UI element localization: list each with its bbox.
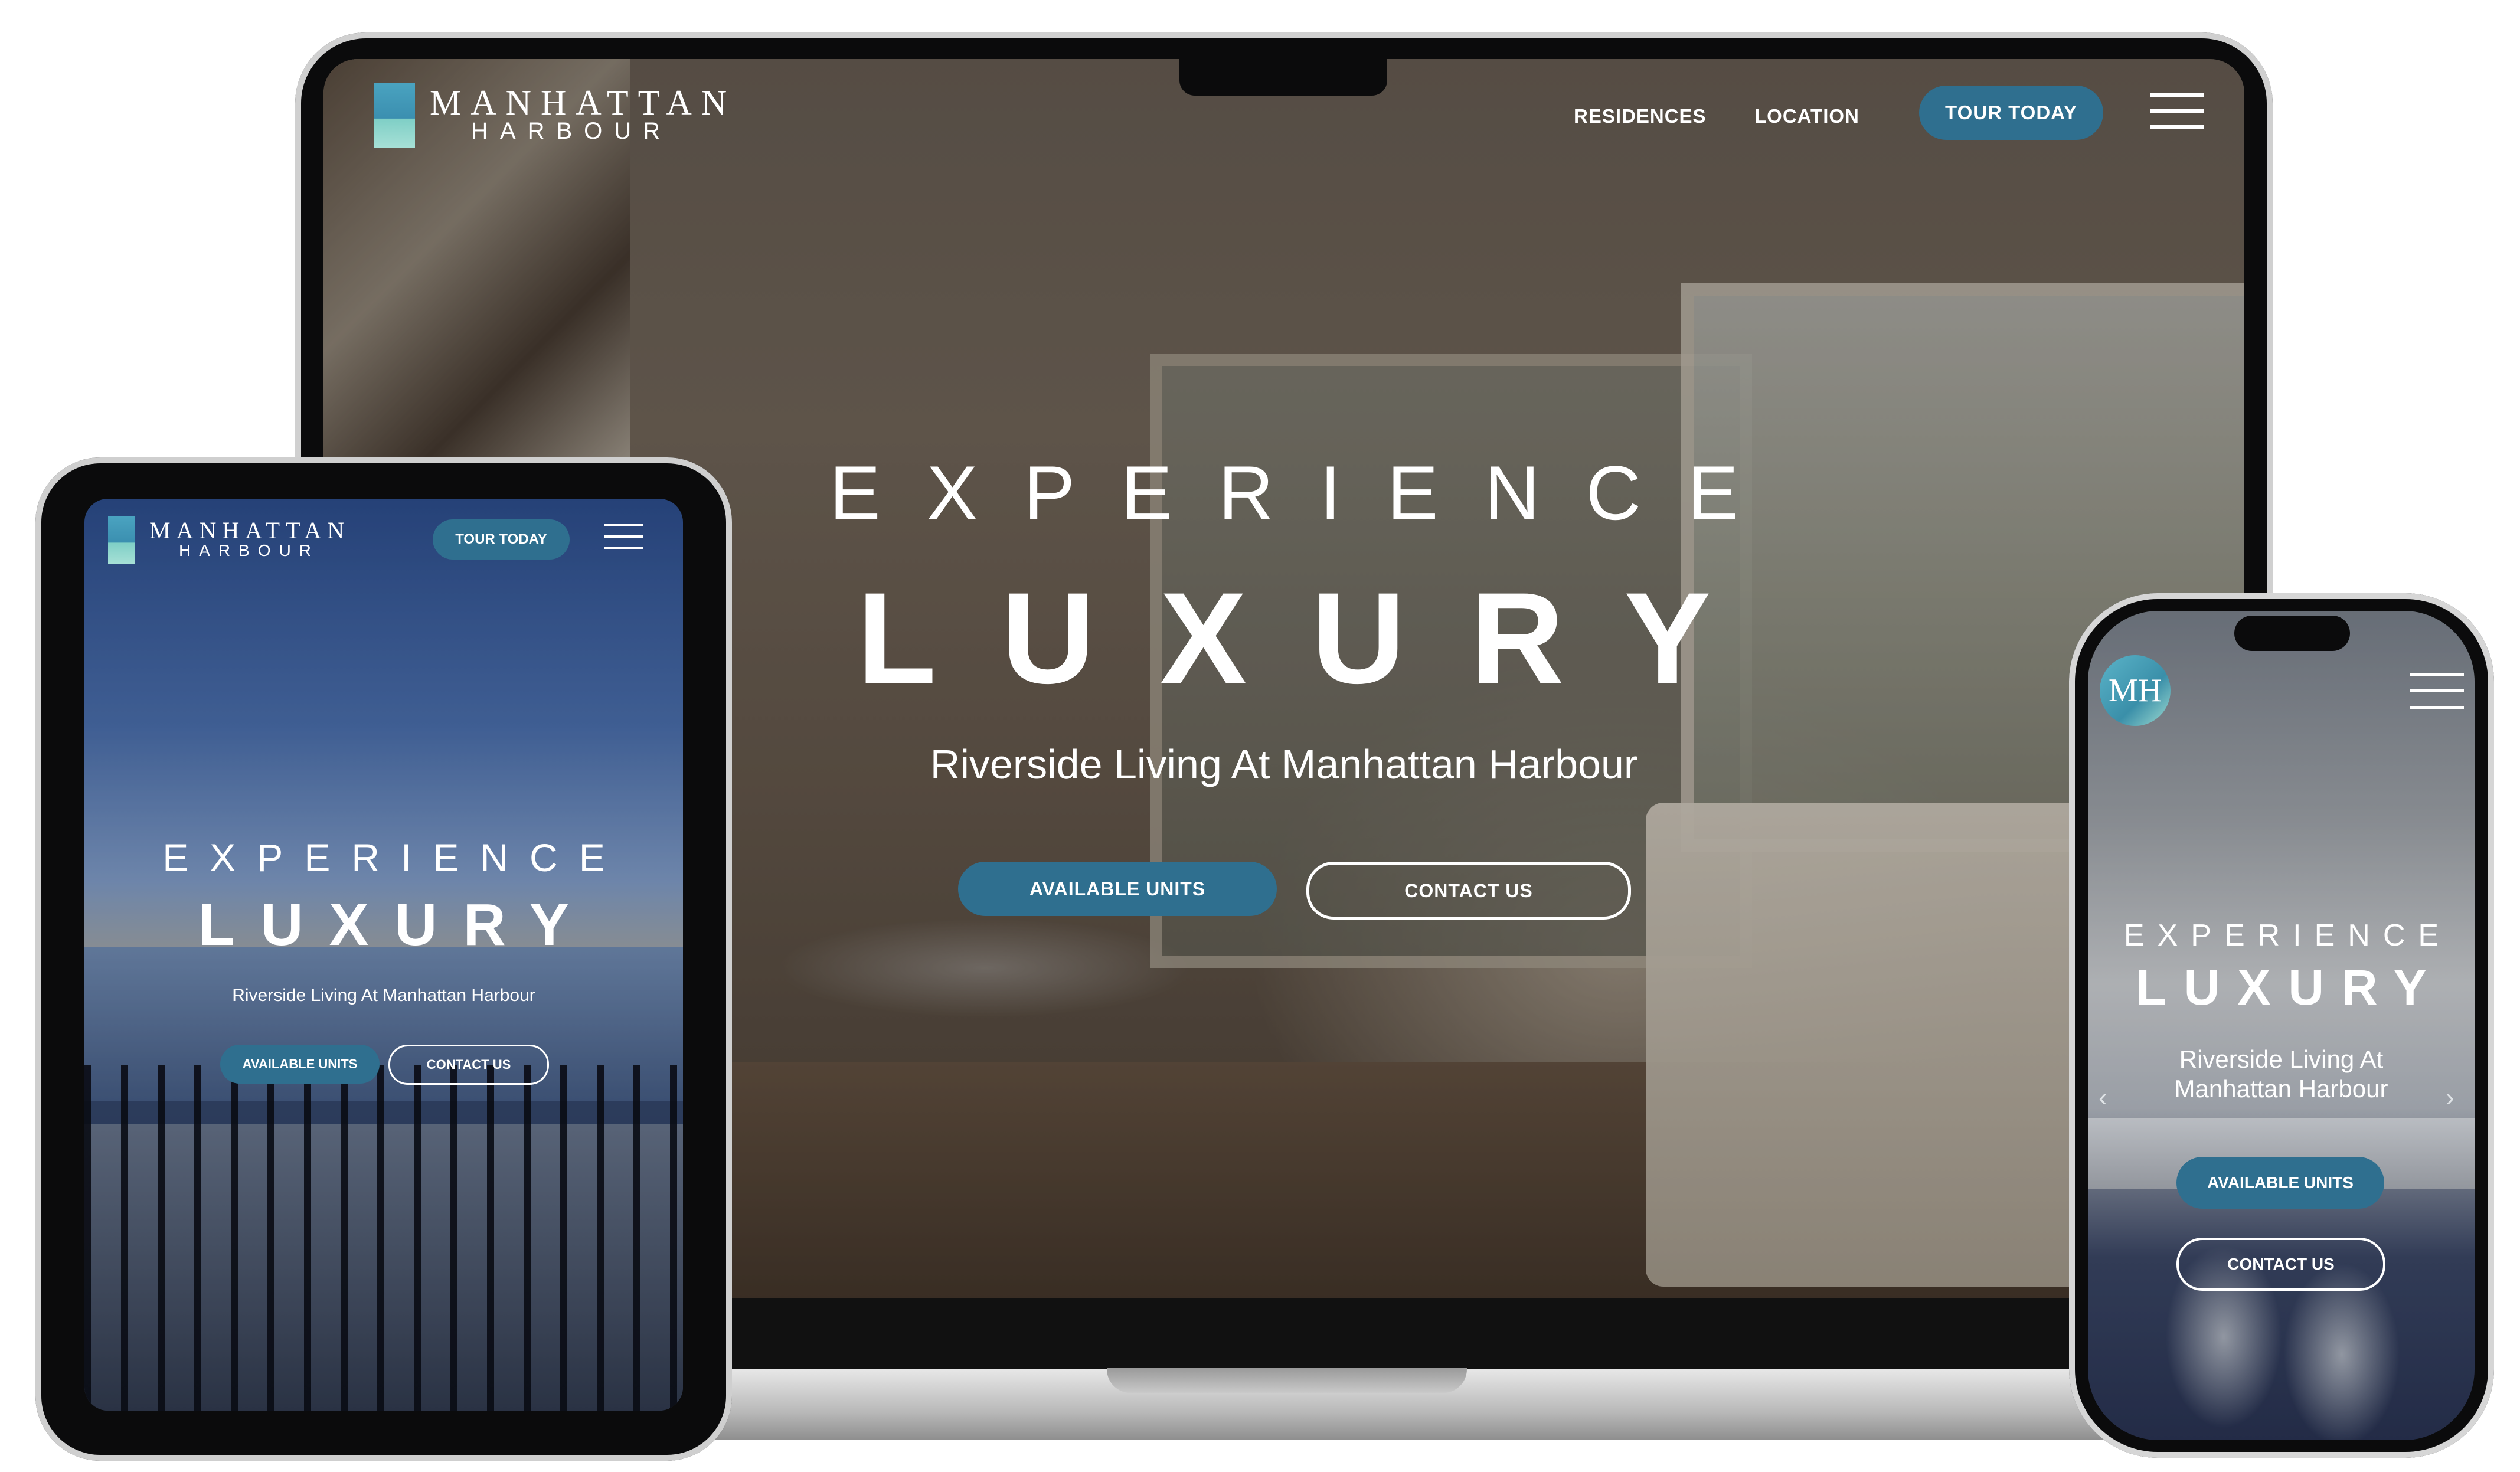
hero-subtitle: Riverside Living At Manhattan Harbour bbox=[2174, 1045, 2388, 1103]
tour-today-button[interactable]: TOUR TODAY bbox=[433, 519, 570, 560]
hero-heading-line1: EXPERIENCE bbox=[2123, 918, 2452, 953]
tablet-site-screen: MANHATTAN HARBOUR TOUR TODAY EXPERIENCE … bbox=[84, 499, 683, 1411]
hero-heading-line2: LUXURY bbox=[2136, 960, 2444, 1015]
mobile-site-screen: MH EXPERIENCE LUXURY Riverside Living At… bbox=[2088, 611, 2475, 1440]
available-units-button[interactable]: AVAILABLE UNITS bbox=[958, 862, 1277, 916]
logo-wordmark-line2: HARBOUR bbox=[471, 118, 672, 144]
available-units-button[interactable]: AVAILABLE UNITS bbox=[2176, 1157, 2384, 1209]
phone-dynamic-island bbox=[2234, 616, 2350, 651]
laptop-camera-notch bbox=[1179, 54, 1387, 96]
nav-residences-link[interactable]: RESIDENCES bbox=[1574, 105, 1707, 127]
chevron-right-icon[interactable]: › bbox=[2446, 1083, 2454, 1113]
logo-wordmark-line1: MANHATTAN bbox=[430, 83, 737, 122]
hero-overlay bbox=[2088, 611, 2475, 1440]
contact-us-button[interactable]: CONTACT US bbox=[1306, 862, 1631, 920]
chevron-left-icon[interactable]: ‹ bbox=[2099, 1083, 2107, 1113]
logo-wordmark-line2: HARBOUR bbox=[179, 541, 320, 560]
contact-us-button[interactable]: CONTACT US bbox=[2176, 1238, 2385, 1291]
monogram-logo[interactable]: MH bbox=[2100, 655, 2171, 726]
laptop-hinge bbox=[1107, 1368, 1467, 1393]
nav-location-link[interactable]: LOCATION bbox=[1754, 105, 1859, 127]
hero-heading-line1: EXPERIENCE bbox=[162, 836, 626, 879]
hero-heading-line2: LUXURY bbox=[198, 892, 595, 958]
logo-mark-icon bbox=[374, 83, 415, 148]
hero-subtitle: Riverside Living At Manhattan Harbour bbox=[232, 986, 535, 1005]
menu-icon[interactable] bbox=[2410, 673, 2464, 709]
menu-icon[interactable] bbox=[2150, 93, 2204, 129]
logo-wordmark-line1: MANHATTAN bbox=[149, 517, 351, 544]
contact-us-button[interactable]: CONTACT US bbox=[388, 1045, 549, 1085]
logo-mark-icon bbox=[108, 516, 135, 564]
menu-icon[interactable] bbox=[604, 524, 643, 551]
tour-today-button[interactable]: TOUR TODAY bbox=[1919, 86, 2103, 140]
available-units-button[interactable]: AVAILABLE UNITS bbox=[220, 1045, 380, 1084]
